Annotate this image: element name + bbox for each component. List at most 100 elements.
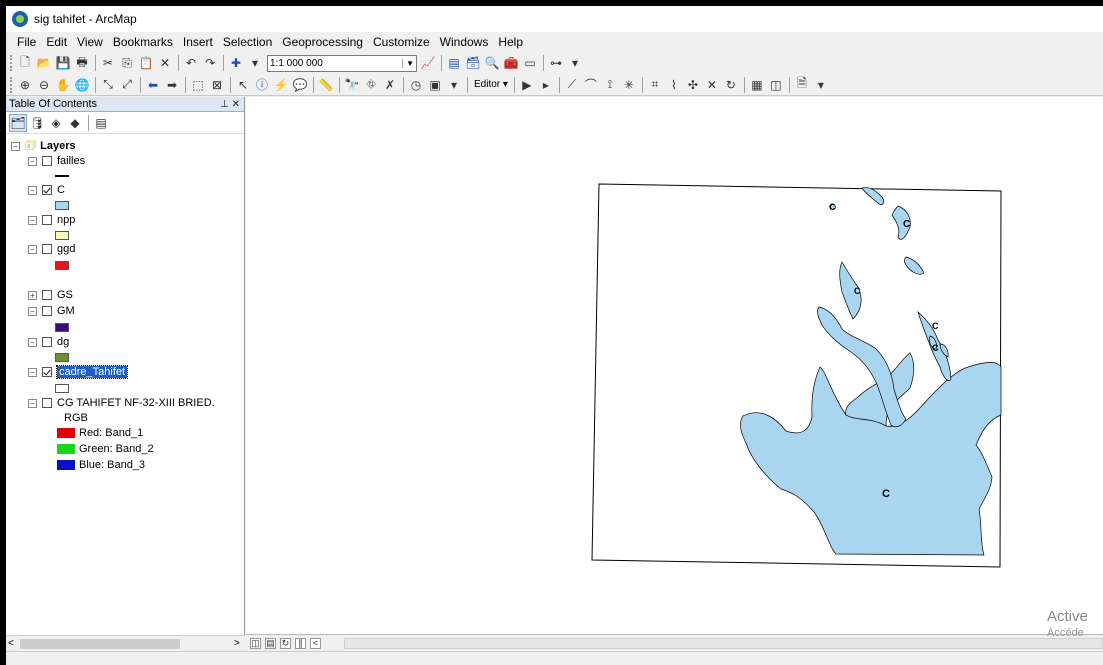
find-route-icon[interactable]: ⛗ — [362, 76, 380, 94]
redo-icon[interactable]: ↷ — [201, 54, 219, 72]
html-popup-icon[interactable]: 💬 — [291, 76, 309, 94]
collapse-icon[interactable]: − — [28, 337, 37, 347]
collapse-icon[interactable]: − — [28, 306, 37, 316]
toolbar-grip[interactable] — [10, 76, 13, 93]
fixed-zoom-out-icon[interactable]: ⤢ — [118, 76, 136, 94]
zoom-out-icon[interactable]: ⊖ — [35, 76, 53, 94]
menu-selection[interactable]: Selection — [218, 35, 277, 49]
split-icon[interactable]: ✕ — [703, 76, 721, 94]
trace-icon[interactable]: ⟟ — [601, 76, 619, 94]
zoom-in-icon[interactable]: ⊕ — [16, 76, 34, 94]
scroll-left-icon[interactable]: < — [310, 637, 321, 649]
search-window-icon[interactable]: 🔍 — [483, 54, 501, 72]
layer-visibility-checkbox[interactable] — [42, 398, 52, 408]
layer-visibility-checkbox[interactable] — [42, 185, 52, 195]
list-by-drawing-order-icon[interactable]: 🗂 — [9, 113, 27, 132]
go-to-xy-icon[interactable]: ✗ — [381, 76, 399, 94]
collapse-icon[interactable]: − — [28, 156, 37, 166]
layout-view-icon[interactable]: ▤ — [265, 637, 276, 649]
measure-icon[interactable]: 📏 — [317, 76, 335, 94]
fixed-zoom-in-icon[interactable]: ⤡ — [99, 76, 117, 94]
layer-row[interactable]: − cadre_Tahifet — [28, 365, 129, 379]
list-by-source-icon[interactable]: 🛢 — [28, 114, 46, 132]
arctoolbox-icon[interactable]: 🧰 — [502, 54, 520, 72]
add-data-icon[interactable]: ✚ — [227, 54, 245, 72]
full-extent-icon[interactable]: 🌐 — [73, 76, 91, 94]
end-point-arc-icon[interactable]: ⌒ — [582, 76, 600, 94]
layer-symbol[interactable] — [55, 353, 69, 362]
model-builder-icon[interactable]: ⊶ — [547, 54, 565, 72]
rotate-icon[interactable]: ↻ — [722, 76, 740, 94]
layer-name[interactable]: dg — [57, 336, 69, 348]
identify-icon[interactable]: ⓘ — [253, 76, 271, 94]
viewer-window-icon[interactable]: ▣ — [426, 76, 444, 94]
collapse-icon[interactable]: − — [28, 367, 37, 377]
cut-icon[interactable]: ✂ — [99, 54, 117, 72]
collapse-icon[interactable]: − — [28, 185, 37, 195]
layer-row[interactable]: − failles — [28, 154, 85, 168]
catalog-window-icon[interactable]: 🗃 — [464, 54, 482, 72]
layer-symbol[interactable] — [55, 384, 69, 393]
layer-name[interactable]: npp — [57, 214, 75, 226]
layer-visibility-checkbox[interactable] — [42, 244, 52, 254]
map-label-c[interactable]: C — [932, 321, 939, 331]
chevron-down-icon[interactable]: ▼ — [402, 58, 414, 68]
map-horizontal-scrollbar[interactable] — [344, 638, 1103, 649]
collapse-icon[interactable]: − — [11, 141, 20, 151]
layer-visibility-checkbox[interactable] — [42, 306, 52, 316]
scroll-left-icon[interactable]: < — [8, 638, 14, 649]
menu-geoprocessing[interactable]: Geoprocessing — [277, 35, 368, 49]
data-view-icon[interactable]: ◫ — [250, 637, 261, 649]
layer-symbol[interactable] — [55, 175, 69, 177]
straight-segment-icon[interactable]: ⟋ — [563, 76, 581, 94]
clear-selection-icon[interactable]: ⊠ — [208, 76, 226, 94]
refresh-icon[interactable]: ↻ — [280, 637, 291, 649]
collapse-icon[interactable]: − — [28, 215, 37, 225]
back-extent-icon[interactable]: ⬅ — [144, 76, 162, 94]
layer-symbol[interactable] — [55, 261, 69, 270]
point-icon[interactable]: ✳ — [620, 76, 638, 94]
legend-band-red[interactable]: Red: Band_1 — [57, 427, 143, 439]
layer-visibility-checkbox[interactable] — [42, 290, 52, 300]
new-document-icon[interactable]: 🗋 — [16, 54, 34, 72]
layer-row[interactable]: − dg — [28, 335, 69, 349]
menu-bookmarks[interactable]: Bookmarks — [108, 35, 178, 49]
create-features-icon[interactable]: 🗎 — [793, 76, 811, 94]
sketch-properties-icon[interactable]: ◫ — [767, 76, 785, 94]
toolbar-options-icon[interactable]: ▾ — [566, 54, 584, 72]
layer-row[interactable]: − C — [28, 183, 65, 197]
menu-customize[interactable]: Customize — [368, 35, 435, 49]
map-view[interactable]: C C C C C C — [246, 97, 1103, 634]
toc-options-icon[interactable]: ▤ — [92, 114, 110, 132]
menu-help[interactable]: Help — [493, 35, 528, 49]
collapse-icon[interactable]: − — [28, 244, 37, 254]
toc-window-controls[interactable]: ⊥ ✕ — [220, 99, 240, 110]
editor-toolbar-icon[interactable]: 📈 — [419, 54, 437, 72]
expand-icon[interactable]: + — [28, 290, 37, 300]
layers-root[interactable]: − 🗊 Layers — [11, 138, 76, 153]
layer-symbol[interactable] — [55, 201, 69, 210]
python-window-icon[interactable]: ▭ — [521, 54, 539, 72]
paste-icon[interactable]: 📋 — [137, 54, 155, 72]
layer-name[interactable]: ggd — [57, 243, 75, 255]
layer-visibility-checkbox[interactable] — [42, 215, 52, 225]
layer-row[interactable]: − npp — [28, 213, 75, 227]
pause-drawing-icon[interactable]: ∥ — [295, 637, 306, 649]
table-of-contents-icon[interactable]: ▤ — [445, 54, 463, 72]
select-elements-icon[interactable]: ↖ — [234, 76, 252, 94]
layer-symbol[interactable] — [55, 231, 69, 240]
edit-vertices-icon[interactable]: ⌗ — [646, 76, 664, 94]
add-data-dropdown-icon[interactable]: ▾ — [246, 54, 264, 72]
forward-extent-icon[interactable]: ➡ — [163, 76, 181, 94]
open-folder-icon[interactable]: 📂 — [35, 54, 53, 72]
layer-row[interactable]: − GM — [28, 304, 75, 318]
menu-edit[interactable]: Edit — [41, 35, 72, 49]
map-label-c[interactable]: C — [829, 202, 836, 212]
layer-visibility-checkbox[interactable] — [42, 156, 52, 166]
layer-name[interactable]: CG TAHIFET NF-32-XIII BRIED. — [57, 397, 215, 409]
hyperlink-icon[interactable]: ⚡ — [272, 76, 290, 94]
cut-polygons-icon[interactable]: ✣ — [684, 76, 702, 94]
layer-row[interactable]: − CG TAHIFET NF-32-XIII BRIED. — [28, 396, 215, 410]
find-icon[interactable]: 🔭 — [343, 76, 361, 94]
menu-file[interactable]: File — [12, 35, 41, 49]
